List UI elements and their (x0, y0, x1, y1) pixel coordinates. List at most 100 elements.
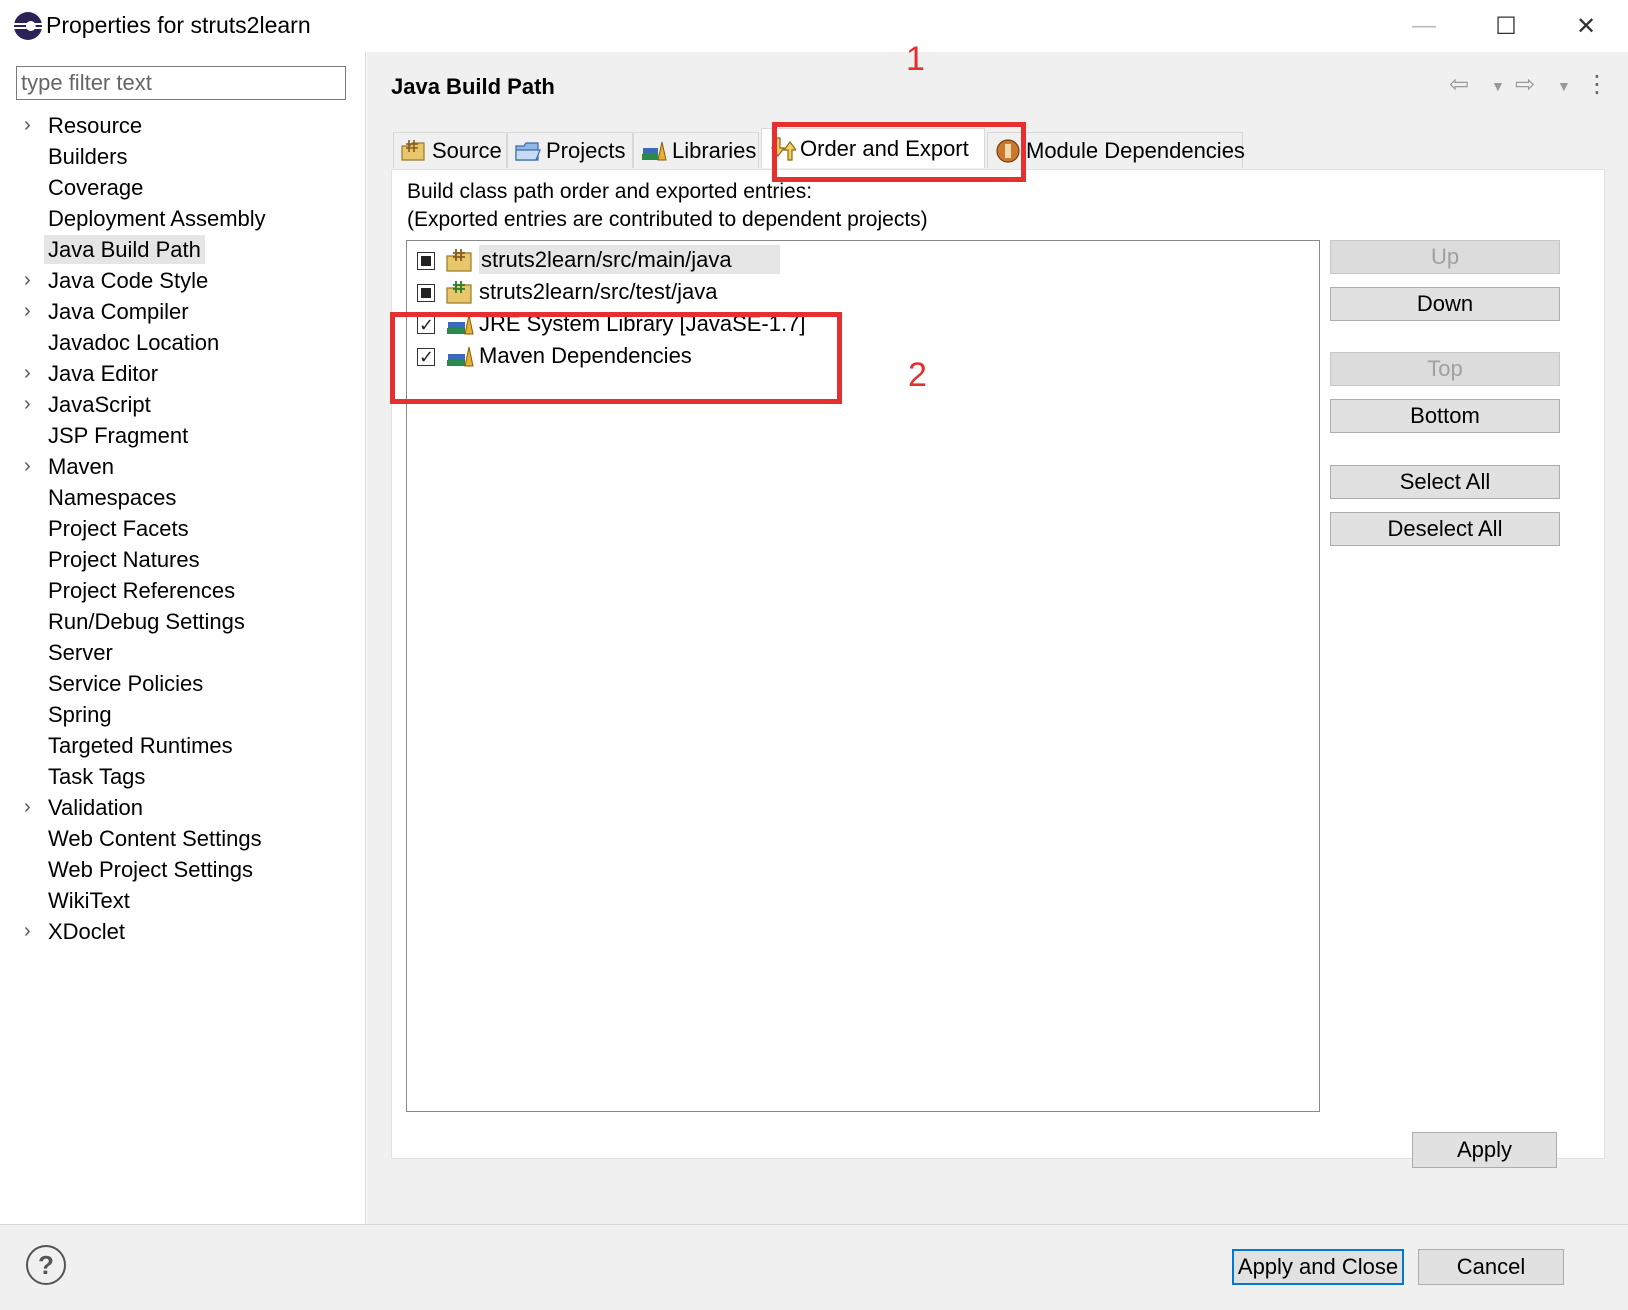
select-all-button[interactable]: Select All (1330, 465, 1560, 499)
minimize-button[interactable]: — (1394, 6, 1454, 46)
tree-item[interactable]: Javadoc Location (0, 327, 366, 358)
tree-item[interactable]: › XDoclet (0, 916, 366, 947)
tree-item[interactable]: › Resource (0, 110, 366, 141)
expand-chevron-icon[interactable]: › (24, 296, 31, 327)
tree-item[interactable]: › Validation (0, 792, 366, 823)
tree-item-label: Validation (48, 795, 143, 820)
tree-item[interactable]: Server (0, 637, 366, 668)
tab-source[interactable]: Source (393, 132, 507, 168)
tree-item[interactable]: Web Project Settings (0, 854, 366, 885)
libraries-icon (642, 141, 667, 160)
tree-item-label: Project Natures (48, 547, 200, 572)
annotation-number-2: 2 (908, 356, 927, 394)
tree-item-label: Javadoc Location (48, 330, 220, 355)
tree-item[interactable]: Service Policies (0, 668, 366, 699)
tree-item[interactable]: › Maven (0, 451, 366, 482)
apply-button[interactable]: Apply (1412, 1132, 1557, 1168)
kebab-menu-icon[interactable]: ⋮ (1585, 70, 1609, 99)
export-checkbox[interactable] (417, 284, 435, 302)
expand-chevron-icon[interactable]: › (24, 110, 31, 141)
expand-chevron-icon[interactable]: › (24, 916, 31, 947)
tree-item[interactable]: › Java Code Style (0, 265, 366, 296)
source-folder-icon (446, 249, 472, 272)
properties-page: Java Build Path ⇦ ▼ ⇨ ▼ ⋮ Source Project… (367, 52, 1628, 1224)
tree-item-label: Java Compiler (48, 299, 189, 324)
back-arrow-icon[interactable]: ⇦ (1449, 70, 1469, 99)
tree-item[interactable]: Task Tags (0, 761, 366, 792)
tree-item[interactable]: Targeted Runtimes (0, 730, 366, 761)
tree-item-label: Spring (48, 702, 112, 727)
tree-item[interactable]: Namespaces (0, 482, 366, 513)
tree-item[interactable]: Project References (0, 575, 366, 606)
tab-label: Libraries (672, 138, 757, 163)
tree-item[interactable]: Deployment Assembly (0, 203, 366, 234)
tree-item-label: XDoclet (48, 919, 126, 944)
tab-projects[interactable]: Projects (507, 132, 633, 168)
tree-item-label: Server (48, 640, 113, 665)
tree-item[interactable]: Java Build Path (0, 234, 366, 265)
tree-item[interactable]: Run/Debug Settings (0, 606, 366, 637)
maximize-button[interactable]: ☐ (1476, 6, 1536, 46)
tree-item[interactable]: › Java Compiler (0, 296, 366, 327)
tab-libraries[interactable]: Libraries (633, 132, 759, 168)
help-icon[interactable]: ? (26, 1245, 66, 1285)
tree-item[interactable]: Spring (0, 699, 366, 730)
tree-item[interactable]: Builders (0, 141, 366, 172)
close-button[interactable]: ✕ (1556, 6, 1616, 46)
deselect-all-button[interactable]: Deselect All (1330, 512, 1560, 546)
classpath-entry[interactable]: struts2learn/src/test/java (417, 277, 717, 307)
eclipse-logo-icon (14, 12, 42, 40)
tree-item[interactable]: Project Natures (0, 544, 366, 575)
down-button[interactable]: Down (1330, 287, 1560, 321)
filter-input[interactable] (16, 66, 346, 100)
tree-item[interactable]: › Java Editor (0, 358, 366, 389)
description: Build class path order and exported entr… (407, 178, 928, 234)
page-title: Java Build Path (391, 74, 555, 99)
up-button[interactable]: Up (1330, 240, 1560, 274)
tree-item-label: Resource (48, 113, 143, 138)
tree-item-label: Namespaces (48, 485, 177, 510)
tree-item-label: Deployment Assembly (48, 206, 266, 231)
title-bar: Properties for struts2learn — ☐ ✕ (0, 0, 1628, 52)
bottom-button[interactable]: Bottom (1330, 399, 1560, 433)
source-folder-icon (446, 281, 472, 304)
export-checkbox[interactable] (417, 252, 435, 270)
expand-chevron-icon[interactable]: › (24, 265, 31, 296)
tab-label: Module Dependencies (1026, 138, 1245, 163)
tree-item[interactable]: › JavaScript (0, 389, 366, 420)
cancel-button[interactable]: Cancel (1418, 1249, 1564, 1285)
expand-chevron-icon[interactable]: › (24, 792, 31, 823)
expand-chevron-icon[interactable]: › (24, 358, 31, 389)
top-button[interactable]: Top (1330, 352, 1560, 386)
window-title: Properties for struts2learn (46, 12, 311, 38)
tree-item-label: Java Editor (48, 361, 159, 386)
classpath-entry[interactable]: struts2learn/src/main/java (417, 245, 780, 275)
tree-item-label: Targeted Runtimes (48, 733, 233, 758)
page-nav: ⇦ ▼ ⇨ ▼ ⋮ (1449, 70, 1619, 102)
source-folder-icon (401, 139, 425, 161)
tree-item-label: Web Content Settings (48, 826, 262, 851)
tree-item[interactable]: JSP Fragment (0, 420, 366, 451)
tree-item-label: Run/Debug Settings (48, 609, 245, 634)
tree-item[interactable]: Web Content Settings (0, 823, 366, 854)
tree-item-label: JavaScript (48, 392, 151, 417)
forward-dropdown-icon[interactable]: ▼ (1557, 78, 1571, 94)
tree-item-label: Builders (48, 144, 128, 169)
dialog-footer: ? Apply and Close Cancel (0, 1224, 1628, 1310)
annotation-box-1 (772, 122, 1026, 182)
back-dropdown-icon[interactable]: ▼ (1491, 78, 1505, 94)
forward-arrow-icon[interactable]: ⇨ (1515, 70, 1535, 99)
tree-item-label: Maven (48, 454, 115, 479)
expand-chevron-icon[interactable]: › (24, 389, 31, 420)
tree-item[interactable]: WikiText (0, 885, 366, 916)
description-line: (Exported entries are contributed to dep… (407, 208, 928, 231)
properties-tree: › Resource Builders Coverage Deployment Asse… (0, 110, 366, 947)
entry-label: struts2learn/src/main/java (479, 245, 780, 274)
apply-and-close-button[interactable]: Apply and Close (1232, 1249, 1404, 1285)
tree-item[interactable]: Coverage (0, 172, 366, 203)
tree-item[interactable]: Project Facets (0, 513, 366, 544)
tab-label: Projects (546, 138, 626, 163)
tree-item-label: Project References (48, 578, 236, 603)
tree-item-label: JSP Fragment (48, 423, 189, 448)
expand-chevron-icon[interactable]: › (24, 451, 31, 482)
